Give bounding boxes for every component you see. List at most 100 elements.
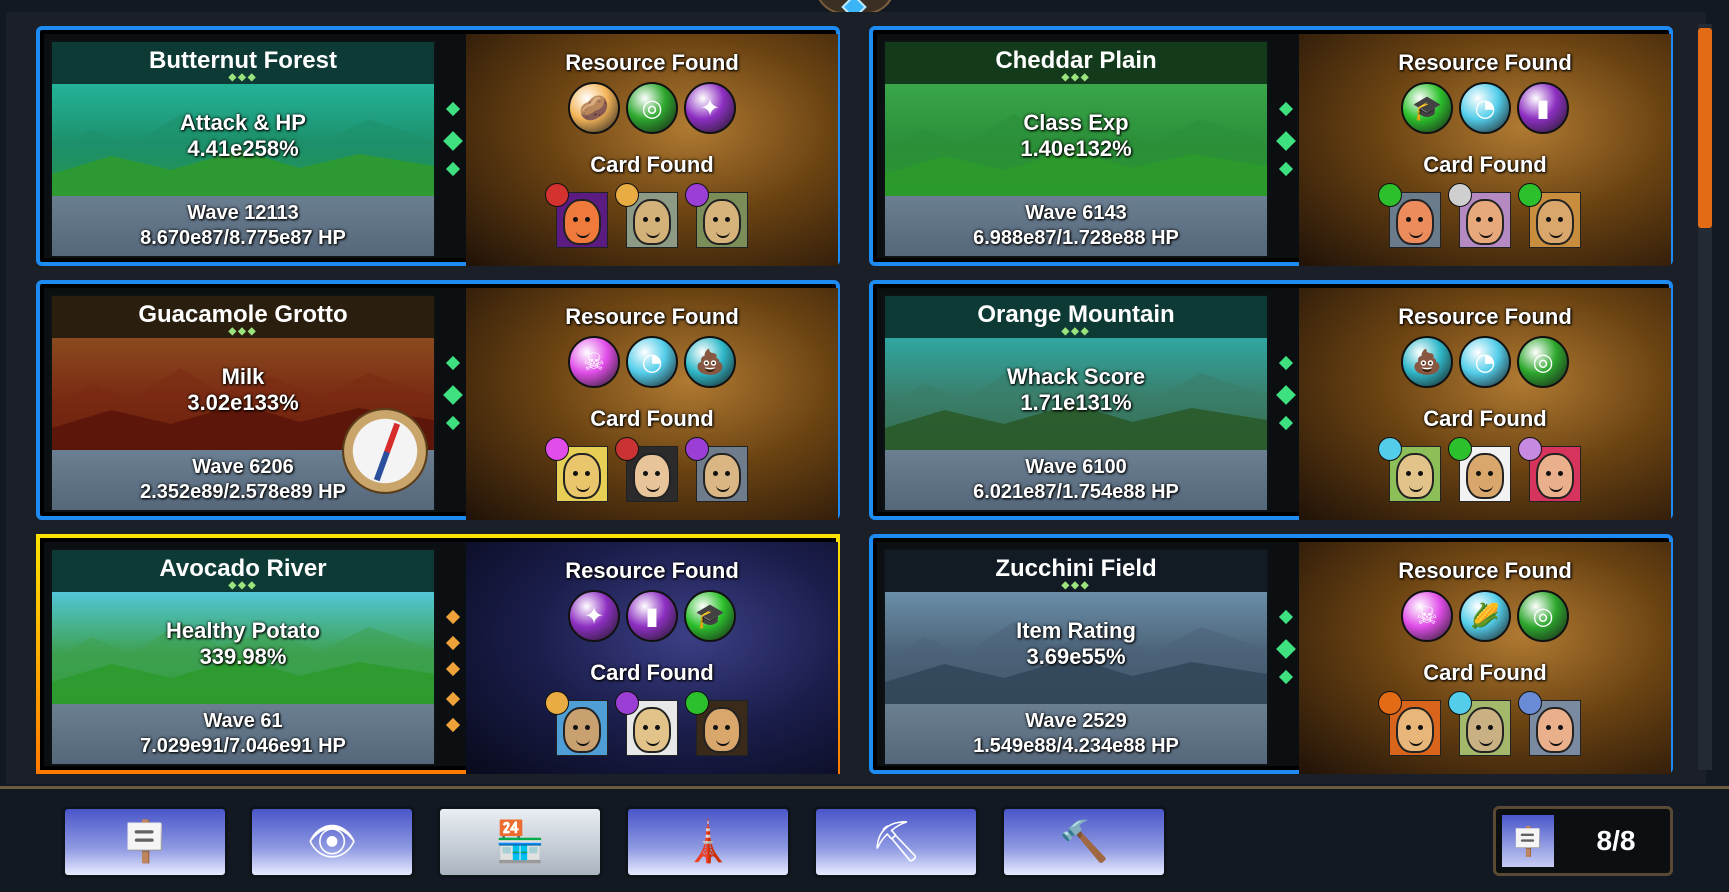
character-face bbox=[703, 453, 741, 499]
heart-icon bbox=[545, 183, 569, 207]
bonus-name: Attack & HP bbox=[180, 110, 306, 135]
card-list bbox=[1299, 183, 1671, 248]
corn-icon[interactable]: 🌽 bbox=[1459, 590, 1511, 642]
graduation-cap-icon[interactable]: 🎓 bbox=[684, 590, 736, 642]
bomb-icon bbox=[615, 437, 639, 461]
potato-icon[interactable]: 🥔 bbox=[568, 82, 620, 134]
compass-icon[interactable] bbox=[342, 408, 428, 494]
world-card-body: Butternut Forest ◆◆◆ Attack & HP 4.41e25… bbox=[44, 34, 838, 266]
hay-bale-icon[interactable]: ◎ bbox=[1517, 590, 1569, 642]
crystal-orb-icon[interactable]: ✦ bbox=[568, 590, 620, 642]
character-card[interactable] bbox=[615, 183, 678, 248]
character-card[interactable] bbox=[1378, 437, 1441, 502]
milk-bottle-icon[interactable]: ▮ bbox=[1517, 82, 1569, 134]
graduation-cap-icon[interactable]: 🎓 bbox=[1401, 82, 1453, 134]
wave-info: Wave 61 7.029e91/7.046e91 HP bbox=[52, 704, 434, 764]
boss-hp: 6.021e87/1.754e88 HP bbox=[973, 481, 1179, 503]
wave-number: Wave 12113 bbox=[187, 202, 299, 224]
wave-info: Wave 2529 1.549e88/4.234e88 HP bbox=[885, 704, 1267, 764]
character-face bbox=[703, 199, 741, 245]
gem-icon bbox=[1518, 437, 1542, 461]
brain-icon[interactable]: ◔ bbox=[1459, 336, 1511, 388]
resource-list: ✦ ▮ 🎓 bbox=[466, 590, 838, 642]
hammer-button[interactable]: 🔨 bbox=[1001, 806, 1167, 878]
hay-bale-icon[interactable]: ◎ bbox=[1517, 336, 1569, 388]
shop-button[interactable]: 🏪 bbox=[437, 806, 603, 878]
scrollbar-thumb[interactable] bbox=[1698, 28, 1712, 228]
pill-icon bbox=[1518, 691, 1542, 715]
character-card[interactable] bbox=[1518, 691, 1581, 756]
character-face bbox=[1396, 199, 1434, 245]
wave-number: Wave 6143 bbox=[1025, 202, 1127, 224]
bonus-name: Whack Score bbox=[1006, 364, 1146, 389]
character-card[interactable] bbox=[685, 691, 748, 756]
card-list bbox=[466, 691, 838, 756]
eye-signpost-button[interactable]: 👁 bbox=[249, 806, 415, 878]
character-card[interactable] bbox=[545, 691, 608, 756]
wave-number: Wave 61 bbox=[203, 710, 283, 732]
skull-icon[interactable]: ☠ bbox=[568, 336, 620, 388]
bonus-label: Whack Score 1.71e131% bbox=[885, 338, 1267, 416]
bonus-value: 1.40e132% bbox=[1020, 136, 1132, 161]
resource-heading: Resource Found bbox=[1398, 304, 1572, 329]
hay-bale-icon[interactable]: ◎ bbox=[626, 82, 678, 134]
world-count-label: 8/8 bbox=[1596, 825, 1636, 856]
character-face bbox=[633, 707, 671, 753]
gem-markers bbox=[442, 101, 466, 204]
card-heading: Card Found bbox=[1423, 406, 1547, 431]
skull-icon[interactable]: ☠ bbox=[1401, 590, 1453, 642]
card-list bbox=[1299, 437, 1671, 502]
world-counter[interactable]: 🪧 8/8 bbox=[1493, 806, 1673, 876]
character-card[interactable] bbox=[1518, 437, 1581, 502]
character-card[interactable] bbox=[615, 691, 678, 756]
poop-icon[interactable]: 💩 bbox=[1401, 336, 1453, 388]
character-card[interactable] bbox=[1448, 183, 1511, 248]
character-card[interactable] bbox=[1448, 691, 1511, 756]
tower-icon: 🗼 bbox=[683, 819, 733, 865]
character-face bbox=[1396, 453, 1434, 499]
milk-bottle-icon[interactable]: ▮ bbox=[626, 590, 678, 642]
potato-icon bbox=[615, 183, 639, 207]
character-card[interactable] bbox=[685, 437, 748, 502]
character-card[interactable] bbox=[1378, 183, 1441, 248]
divider bbox=[0, 786, 1729, 789]
world-name: Cheddar Plain ◆◆◆ bbox=[885, 42, 1267, 84]
title-ornament: ◆◆◆ bbox=[228, 326, 258, 337]
world-card[interactable]: Butternut Forest ◆◆◆ Attack & HP 4.41e25… bbox=[36, 26, 840, 266]
character-card[interactable] bbox=[1448, 437, 1511, 502]
resource-list: 🥔 ◎ ✦ bbox=[466, 82, 838, 134]
world-card[interactable]: Zucchini Field ◆◆◆ Item Rating 3.69e55% … bbox=[869, 534, 1673, 774]
character-card[interactable] bbox=[615, 437, 678, 502]
gem-markers bbox=[1275, 609, 1299, 712]
world-card[interactable]: Avocado River ◆◆◆ Healthy Potato 339.98%… bbox=[36, 534, 840, 774]
brain-icon[interactable]: ◔ bbox=[626, 336, 678, 388]
character-card[interactable] bbox=[1518, 183, 1581, 248]
crystal-orb-icon[interactable]: ✦ bbox=[684, 82, 736, 134]
pickaxe-shovel-icon: ⛏ bbox=[870, 819, 922, 865]
world-card-body: Cheddar Plain ◆◆◆ Class Exp 1.40e132% Wa… bbox=[877, 34, 1671, 266]
resource-list: ☠ ◔ 💩 bbox=[466, 336, 838, 388]
character-card[interactable] bbox=[1378, 691, 1441, 756]
title-ornament: ◆◆◆ bbox=[228, 72, 258, 83]
brain-icon[interactable]: ◔ bbox=[1459, 82, 1511, 134]
milk-icon bbox=[615, 691, 639, 715]
cap-icon bbox=[1448, 437, 1472, 461]
world-card[interactable]: Cheddar Plain ◆◆◆ Class Exp 1.40e132% Wa… bbox=[869, 26, 1673, 266]
character-face bbox=[1396, 707, 1434, 753]
signpost-button[interactable]: 🪧 bbox=[62, 806, 228, 878]
character-card[interactable] bbox=[685, 183, 748, 248]
card-heading: Card Found bbox=[1423, 152, 1547, 177]
world-card[interactable]: Orange Mountain ◆◆◆ Whack Score 1.71e131… bbox=[869, 280, 1673, 520]
character-card[interactable] bbox=[545, 437, 608, 502]
world-card[interactable]: Guacamole Grotto ◆◆◆ Milk 3.02e133% Wave… bbox=[36, 280, 840, 520]
pickaxe-shovel-button[interactable]: ⛏ bbox=[813, 806, 979, 878]
world-name: Orange Mountain ◆◆◆ bbox=[885, 296, 1267, 338]
character-card[interactable] bbox=[545, 183, 608, 248]
poop-icon[interactable]: 💩 bbox=[684, 336, 736, 388]
card-list bbox=[1299, 691, 1671, 756]
tower-button[interactable]: 🗼 bbox=[625, 806, 791, 878]
bonus-label: Class Exp 1.40e132% bbox=[885, 84, 1267, 162]
leaf-icon bbox=[545, 691, 569, 715]
signpost-icon: 🪧 bbox=[120, 819, 170, 865]
character-face bbox=[1536, 199, 1574, 245]
